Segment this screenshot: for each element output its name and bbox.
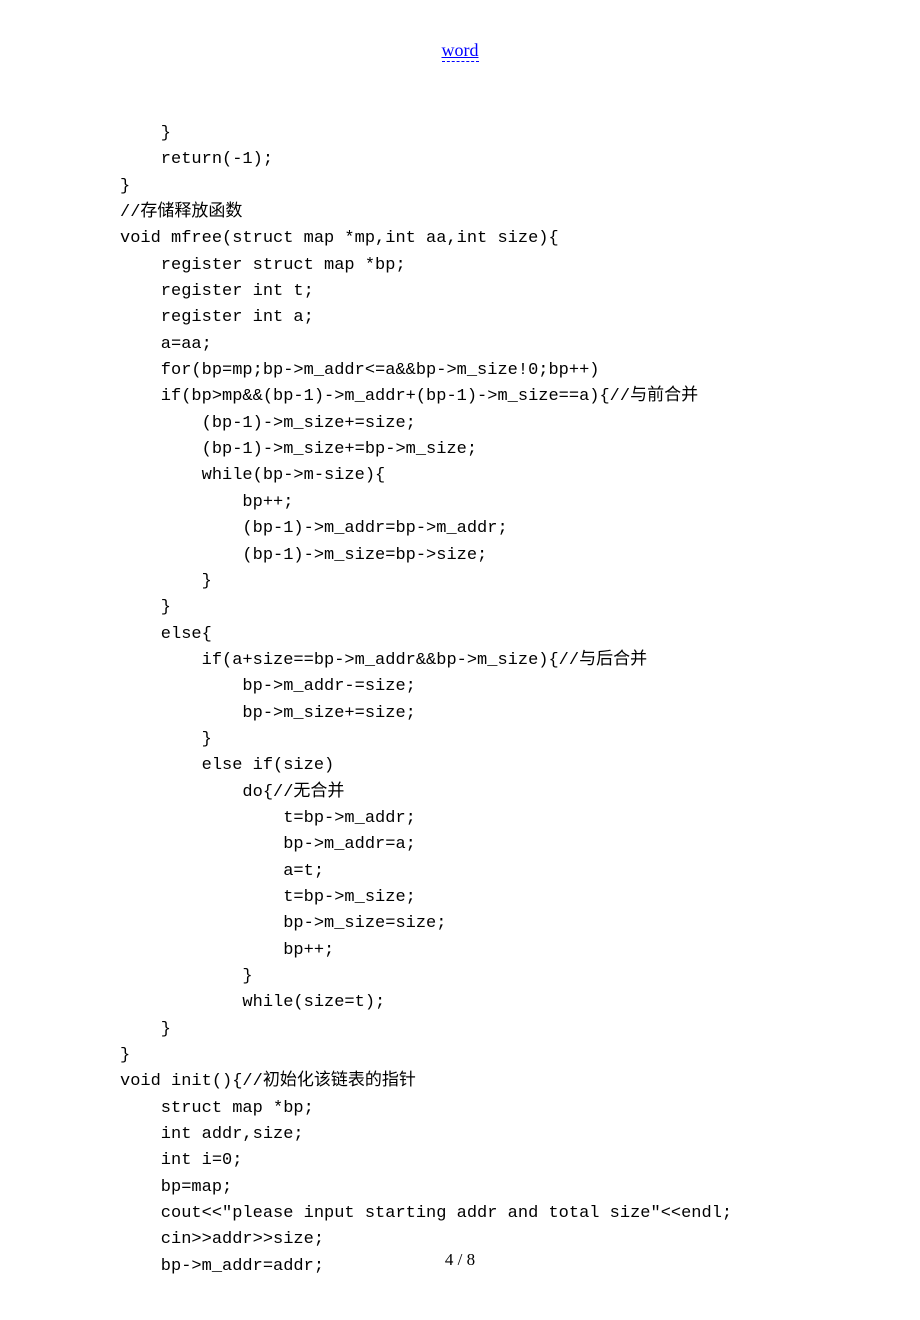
page-footer: 4 / 8 — [0, 1250, 920, 1270]
page-number: 4 / 8 — [445, 1250, 475, 1269]
code-content: } return(-1); } //存储释放函数 void mfree(stru… — [120, 121, 800, 1280]
header-link[interactable]: word — [442, 40, 479, 62]
document-page: word } return(-1); } //存储释放函数 void mfree… — [0, 0, 920, 1320]
page-header: word — [120, 40, 800, 61]
